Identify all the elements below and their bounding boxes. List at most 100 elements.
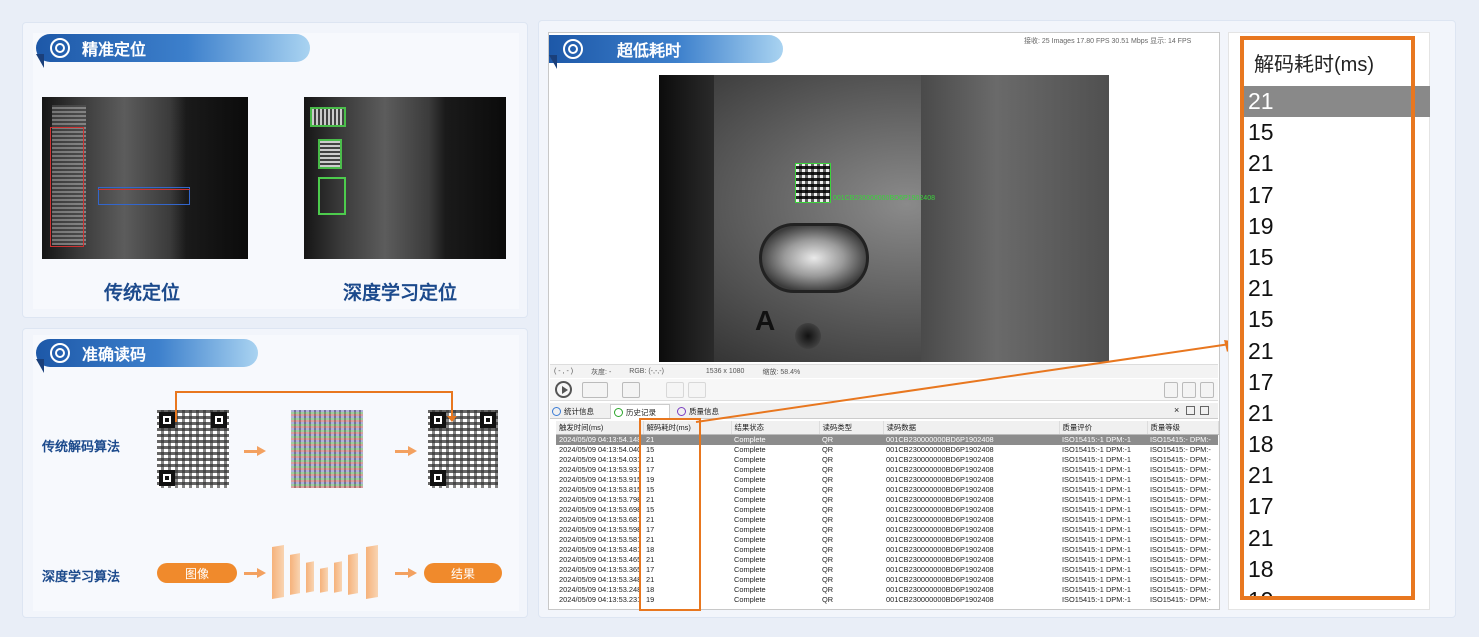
cell-quality-grade: ISO15415:- DPM:- xyxy=(1150,564,1211,574)
record-video-button[interactable] xyxy=(582,382,608,398)
cell-trigger-time: 2024/05/09 04:13:53.248 xyxy=(559,584,642,594)
low-latency-title: 超低耗时 xyxy=(617,43,682,60)
deep-learning-positioning-caption: 深度学习定位 xyxy=(343,283,458,304)
cell-quality-grade: ISO15415:- DPM:- xyxy=(1150,484,1211,494)
cell-result-status: Complete xyxy=(734,564,766,574)
target-icon xyxy=(50,343,70,363)
cell-code-type: QR xyxy=(822,474,834,484)
tab-statistics[interactable]: 统计信息 xyxy=(550,404,608,418)
accurate-decoding-header: 准确读码 xyxy=(36,339,258,373)
cell-code-data: 001CB230000000BD6P1902408 xyxy=(886,464,994,474)
network-layer xyxy=(320,567,328,593)
network-layer xyxy=(272,544,284,600)
play-button[interactable] xyxy=(555,381,572,398)
decoded-text-overlay: 001CB230000000BD6P1902408 xyxy=(833,195,935,202)
cell-quality-eval: ISO15415:-1 DPM:-1 xyxy=(1062,574,1132,584)
cell-code-type: QR xyxy=(822,504,834,514)
cell-code-type: QR xyxy=(822,454,834,464)
cell-trigger-time: 2024/05/09 04:13:53.931 xyxy=(559,464,642,474)
cell-quality-grade: ISO15415:- DPM:- xyxy=(1150,594,1211,604)
cell-quality-eval: ISO15415:-1 DPM:-1 xyxy=(1062,544,1132,554)
cell-result-status: Complete xyxy=(734,554,766,564)
dpm-qr-code xyxy=(795,163,831,203)
cell-quality-eval: ISO15415:-1 DPM:-1 xyxy=(1062,554,1132,564)
camera-image-canvas[interactable]: A 001CB230000000BD6P1902408 xyxy=(659,75,1109,362)
quality-icon xyxy=(677,406,686,416)
cell-result-status: Complete xyxy=(734,574,766,584)
cell-quality-grade: ISO15415:- DPM:- xyxy=(1150,554,1211,564)
cell-code-data: 001CB230000000BD6P1902408 xyxy=(886,524,994,534)
traditional-detection-box-red xyxy=(50,127,84,247)
cell-trigger-time: 2024/05/09 04:13:53.581 xyxy=(559,534,642,544)
neural-network-layers-graphic xyxy=(272,544,384,600)
cell-result-status: Complete xyxy=(731,434,819,445)
cell-quality-grade: ISO15415:- DPM:- xyxy=(1150,474,1211,484)
cell-quality-eval: ISO15415:-1 DPM:-1 xyxy=(1062,454,1132,464)
play-icon xyxy=(562,386,568,394)
cell-result-status: Complete xyxy=(734,494,766,504)
arrow-right-icon xyxy=(395,446,417,456)
stats-icon xyxy=(552,406,561,416)
cell-code-type: QR xyxy=(822,564,834,574)
precise-positioning-header: 精准定位 xyxy=(36,34,310,68)
cell-quality-grade: ISO15415:- DPM:- xyxy=(1150,504,1211,514)
cell-code-type: QR xyxy=(822,464,834,474)
cell-code-type: QR xyxy=(822,554,834,564)
cell-quality-grade: ISO15415:- DPM:- xyxy=(1150,444,1211,454)
status-coord: ( - , - ) xyxy=(554,368,574,375)
col-trigger-time[interactable]: 触发时间(ms) xyxy=(556,421,644,435)
cell-quality-grade: ISO15415:- DPM:- xyxy=(1150,494,1211,504)
cell-quality-grade: ISO15415:- DPM:- xyxy=(1150,544,1211,554)
qr-finder-pattern xyxy=(480,412,496,428)
decode-flow-connector xyxy=(175,391,457,422)
cell-result-status: Complete xyxy=(734,514,766,524)
cell-code-data: 001CB230000000BD6P1902408 xyxy=(886,584,994,594)
camera-button[interactable] xyxy=(666,382,684,398)
traditional-positioning-image xyxy=(42,97,248,259)
network-layer xyxy=(366,544,378,600)
cell-trigger-time: 2024/05/09 04:13:53.365 xyxy=(559,564,642,574)
cell-quality-eval: ISO15415:-1 DPM:-1 xyxy=(1062,444,1132,454)
part-edge-shadow xyxy=(659,75,714,362)
low-latency-header: 超低耗时 xyxy=(549,35,783,69)
cell-code-type: QR xyxy=(822,594,834,604)
cell-trigger-time: 2024/05/09 04:13:53.231 xyxy=(559,594,642,604)
history-icon xyxy=(614,407,623,417)
cell-trigger-time: 2024/05/09 04:13:53.481 xyxy=(559,544,642,554)
cell-quality-eval: ISO15415:-1 DPM:-1 xyxy=(1062,474,1132,484)
cell-result-status: Complete xyxy=(734,444,766,454)
cell-result-status: Complete xyxy=(734,584,766,594)
deep-learning-decoding-label: 深度学习算法 xyxy=(42,569,121,584)
decode-time-highlight-box xyxy=(639,418,701,611)
cell-result-status: Complete xyxy=(734,594,766,604)
snapshot-button[interactable] xyxy=(622,382,640,398)
traditional-detection-line xyxy=(98,189,190,190)
cell-code-type: QR xyxy=(822,514,834,524)
tab-history[interactable]: 历史记录 xyxy=(610,404,670,419)
cell-quality-eval: ISO15415:-1 DPM:-1 xyxy=(1062,464,1132,474)
cell-code-data: 001CB230000000BD6P1902408 xyxy=(886,544,994,554)
cell-quality-grade: ISO15415:- DPM:- xyxy=(1150,454,1211,464)
cell-code-data: 001CB230000000BD6P1902408 xyxy=(886,454,994,464)
target-icon xyxy=(563,39,583,59)
cell-result-status: Complete xyxy=(734,524,766,534)
cell-code-type: QR xyxy=(822,484,834,494)
zoom-highlight-box xyxy=(1240,36,1415,600)
cell-code-type: QR xyxy=(822,534,834,544)
cell-code-data: 001CB230000000BD6P1902408 xyxy=(886,594,994,604)
cell-quality-eval: ISO15415:-1 DPM:-1 xyxy=(1062,584,1132,594)
arrow-right-icon xyxy=(244,568,266,578)
cell-quality-eval: ISO15415:-1 DPM:-1 xyxy=(1062,534,1132,544)
target-icon xyxy=(50,38,70,58)
cell-result-status: Complete xyxy=(734,544,766,554)
cell-result-status: Complete xyxy=(734,454,766,464)
network-layer xyxy=(306,561,314,593)
cell-code-type: QR xyxy=(819,434,883,445)
dl-detection-box-2 xyxy=(318,139,342,169)
cell-code-data: 001CB230000000BD6P1902408 xyxy=(886,554,994,564)
tab-statistics-label: 统计信息 xyxy=(564,406,594,416)
network-layer xyxy=(348,553,358,595)
cell-trigger-time: 2024/05/09 04:13:54.148 xyxy=(556,434,643,445)
cell-trigger-time: 2024/05/09 04:13:53.681 xyxy=(559,514,642,524)
arrow-right-icon xyxy=(395,568,417,578)
